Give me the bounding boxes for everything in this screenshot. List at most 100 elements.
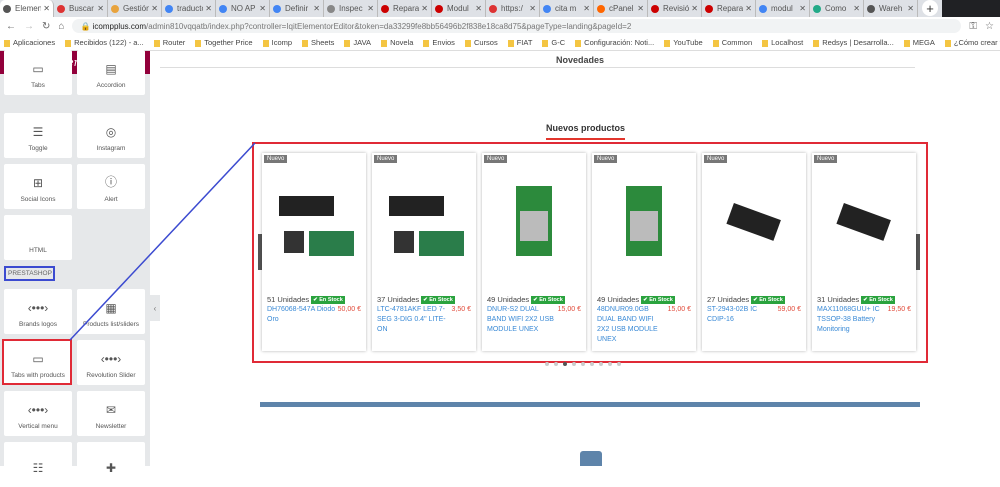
bookmark[interactable]: MEGA (903, 38, 935, 47)
product-card[interactable]: Nuevo 49 Unidades ✔ En Stock DNUR-S2 DUAL B… (482, 153, 586, 351)
close-tab-icon[interactable]: ✕ (745, 4, 752, 13)
close-tab-icon[interactable]: ✕ (259, 4, 266, 13)
close-tab-icon[interactable]: ✕ (313, 4, 320, 13)
widget-item[interactable]: ▤ Accordion (77, 50, 145, 95)
product-card[interactable]: Nuevo 37 Unidades ✔ En Stock LTC-4781AKF LE… (372, 153, 476, 351)
bookmark[interactable]: Icomp (262, 38, 292, 47)
home-icon[interactable]: ⌂ (58, 21, 64, 32)
product-name-link[interactable]: 48DNUR09.0GB DUAL BAND WIFI 2X2 USB MODU… (597, 305, 667, 345)
bookmark[interactable]: G-C (542, 38, 565, 47)
widget-item[interactable]: ‹•••› Vertical menu (4, 391, 72, 436)
bookmark[interactable]: FIAT (507, 38, 532, 47)
carousel-dot[interactable] (545, 362, 549, 366)
bookmark[interactable]: Configuración: Noti... (575, 38, 654, 47)
widget-item[interactable]: ☰ Toggle (4, 113, 72, 158)
widget-item[interactable]: ☷ (4, 442, 72, 487)
product-card[interactable]: Nuevo 27 Unidades ✔ En Stock ST-2943-02B IC… (702, 153, 806, 351)
close-tab-icon[interactable]: ✕ (43, 4, 50, 13)
widget-item[interactable]: HTML (4, 215, 72, 260)
close-tab-icon[interactable]: ✕ (421, 4, 428, 13)
product-name-link[interactable]: LTC-4781AKF LED 7-SEG 3-DIG 0.4" LITE-ON (377, 305, 447, 335)
widget-item[interactable]: ⊞ Social Icons (4, 164, 72, 209)
carousel-dot[interactable] (617, 362, 621, 366)
close-tab-icon[interactable]: ✕ (853, 4, 860, 13)
widget-item[interactable]: ▭ Tabs with products (4, 340, 72, 385)
bookmark[interactable]: Cursos (464, 38, 498, 47)
new-tab-button[interactable]: + (922, 0, 938, 16)
carousel-dot[interactable] (599, 362, 603, 366)
reload-icon[interactable]: ↻ (42, 21, 50, 32)
carousel-dot[interactable] (563, 362, 567, 366)
key-icon[interactable]: ⚿ (969, 21, 977, 32)
browser-tab[interactable]: cPanel ✕ (594, 0, 648, 17)
close-tab-icon[interactable]: ✕ (583, 4, 590, 13)
browser-tab[interactable]: Elementor✕ (0, 0, 54, 17)
close-tab-icon[interactable]: ✕ (637, 4, 644, 13)
widget-item[interactable]: ✉ Newsletter (77, 391, 145, 436)
product-name-link[interactable]: DH76068-547A Diodo Oro (267, 305, 337, 325)
bookmark[interactable]: Sheets (302, 38, 334, 47)
widget-item[interactable]: ‹•••› Revolution Slider (77, 340, 145, 385)
browser-tab[interactable]: traductor✕ (162, 0, 216, 17)
widget-item[interactable]: ✚ (77, 442, 145, 487)
product-card[interactable]: Nuevo 51 Unidades ✔ En Stock DH76068-547A D… (262, 153, 366, 351)
widget-item[interactable]: ⓘ Alert (77, 164, 145, 209)
carousel-dot[interactable] (581, 362, 585, 366)
carousel-dot[interactable] (590, 362, 594, 366)
close-tab-icon[interactable]: ✕ (151, 4, 158, 13)
widget-item[interactable]: ▦ Products list/sliders (77, 289, 145, 334)
browser-tab[interactable]: https:/✕ (486, 0, 540, 17)
close-tab-icon[interactable]: ✕ (97, 4, 104, 13)
carousel-dot[interactable] (572, 362, 576, 366)
in-stock-badge: ✔ En Stock (641, 295, 675, 304)
back-icon[interactable]: ← (6, 21, 16, 32)
bookmark[interactable]: Envios (423, 38, 455, 47)
browser-tab[interactable]: Gestión ✕ (108, 0, 162, 17)
browser-tab[interactable]: Wareh ✕ (864, 0, 918, 17)
bookmark[interactable]: Together Price (195, 38, 253, 47)
product-name-link[interactable]: MAX11068GUU+ IC TSSOP-38 Battery Monitor… (817, 305, 887, 335)
browser-tab[interactable]: modul ✕ (756, 0, 810, 17)
browser-tab[interactable]: Revisió ✕ (648, 0, 702, 17)
forward-icon[interactable]: → (24, 21, 34, 32)
close-tab-icon[interactable]: ✕ (907, 4, 914, 13)
collapse-panel-handle[interactable]: ‹ (150, 295, 160, 321)
widget-item[interactable]: ‹•••› Brands logos (4, 289, 72, 334)
browser-tab[interactable]: Definir ✕ (270, 0, 324, 17)
bookmark[interactable]: ¿Cómo crear formul... (944, 38, 1000, 47)
browser-tab[interactable]: Modul ✕ (432, 0, 486, 17)
browser-tab[interactable]: Buscar ✕ (54, 0, 108, 17)
bookmark[interactable]: Novela (381, 38, 413, 47)
close-tab-icon[interactable]: ✕ (205, 4, 212, 13)
url-input[interactable]: 🔒 icompplus.com/admin810vqqatb/index.php… (72, 19, 962, 33)
close-tab-icon[interactable]: ✕ (691, 4, 698, 13)
product-name-link[interactable]: DNUR-S2 DUAL BAND WIFI 2X2 USB MODULE UN… (487, 305, 557, 335)
bookmark[interactable]: Localhost (762, 38, 803, 47)
carousel-dot[interactable] (608, 362, 612, 366)
close-tab-icon[interactable]: ✕ (799, 4, 806, 13)
close-tab-icon[interactable]: ✕ (475, 4, 482, 13)
favicon-icon (327, 4, 335, 13)
bookmark[interactable]: Router (153, 38, 185, 47)
browser-tab[interactable]: Inspec ✕ (324, 0, 378, 17)
close-tab-icon[interactable]: ✕ (529, 4, 536, 13)
browser-tab[interactable]: Reparar ✕ (378, 0, 432, 17)
close-tab-icon[interactable]: ✕ (367, 4, 374, 13)
browser-tab[interactable]: Como ✕ (810, 0, 864, 17)
bookmark[interactable]: YouTube (664, 38, 703, 47)
widget-item[interactable]: ◎ Instagram (77, 113, 145, 158)
product-name-link[interactable]: ST-2943-02B IC CDIP-16 (707, 305, 777, 325)
bookmark[interactable]: Aplicaciones (4, 38, 55, 47)
browser-tab[interactable]: Repara ✕ (702, 0, 756, 17)
bookmark[interactable]: JAVA (344, 38, 371, 47)
browser-tab[interactable]: NO AP ✕ (216, 0, 270, 17)
browser-tab[interactable]: cita m ✕ (540, 0, 594, 17)
bookmark[interactable]: Redsys | Desarrolla... (813, 38, 894, 47)
widget-item[interactable]: ▭ Tabs (4, 50, 72, 95)
bookmark[interactable]: Common (712, 38, 752, 47)
bookmark[interactable]: Recibidos (122) - a... (65, 38, 144, 47)
product-card[interactable]: Nuevo 31 Unidades ✔ En Stock MAX11068GUU+ I… (812, 153, 916, 351)
star-icon[interactable]: ☆ (985, 21, 994, 32)
carousel-dot[interactable] (554, 362, 558, 366)
product-card[interactable]: Nuevo 49 Unidades ✔ En Stock 48DNUR09.0GB D… (592, 153, 696, 351)
